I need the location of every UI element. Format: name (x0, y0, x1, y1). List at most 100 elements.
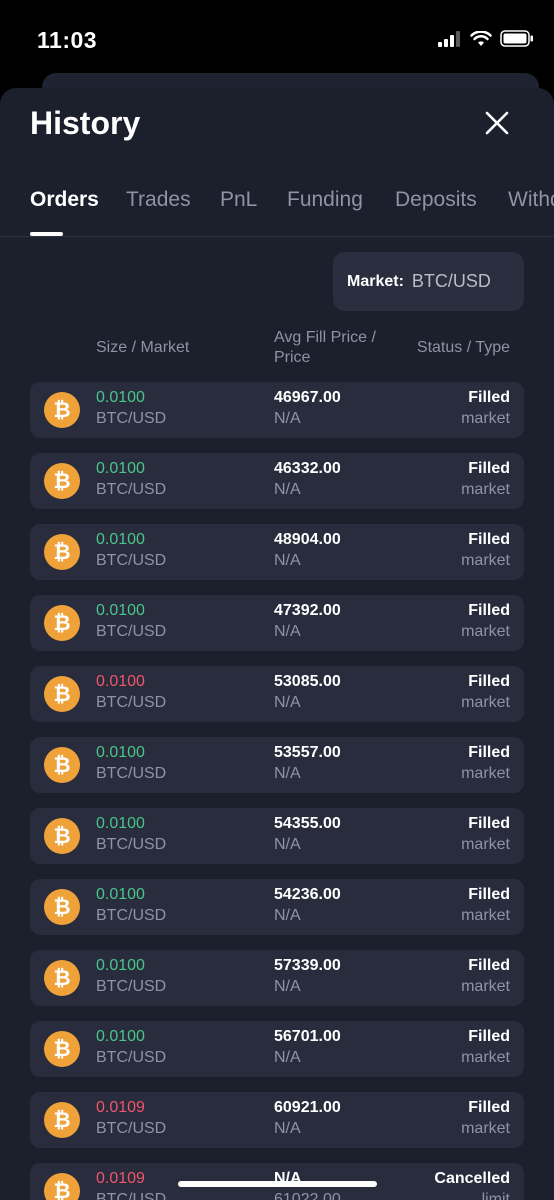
column-header-size: Size / Market (96, 339, 190, 356)
tab-orders[interactable]: Orders (30, 188, 99, 212)
order-type: market (461, 765, 510, 782)
order-row[interactable]: ₿ 0.0100 BTC/USD 47392.00 N/A Filled market (30, 595, 524, 651)
order-size: 0.0100 (96, 744, 145, 761)
order-status: Filled (468, 389, 510, 406)
order-avg-fill-price: 56701.00 (274, 1028, 341, 1045)
order-status: Filled (468, 673, 510, 690)
order-market: BTC/USD (96, 1191, 167, 1200)
order-row[interactable]: ₿ 0.0100 BTC/USD 57339.00 N/A Filled market (30, 950, 524, 1006)
order-size: 0.0100 (96, 886, 145, 903)
order-status: Filled (468, 815, 510, 832)
order-avg-fill-price: 54355.00 (274, 815, 341, 832)
order-row[interactable]: ₿ 0.0100 BTC/USD 54355.00 N/A Filled market (30, 808, 524, 864)
order-size: 0.0100 (96, 531, 145, 548)
column-header-price-line1: Avg Fill Price / (274, 329, 376, 346)
tab-funding[interactable]: Funding (287, 188, 363, 212)
history-sheet: History Orders Trades PnL Funding Deposi… (0, 88, 554, 1200)
order-market: BTC/USD (96, 552, 167, 569)
bitcoin-icon: ₿ (44, 392, 80, 428)
order-row[interactable]: ₿ 0.0100 BTC/USD 54236.00 N/A Filled market (30, 879, 524, 935)
order-avg-fill-price: 60921.00 (274, 1099, 341, 1116)
order-type: market (461, 410, 510, 427)
order-market: BTC/USD (96, 481, 167, 498)
order-row[interactable]: ₿ 0.0100 BTC/USD 46332.00 N/A Filled market (30, 453, 524, 509)
order-price: N/A (274, 1120, 301, 1137)
order-type: market (461, 836, 510, 853)
order-status: Filled (468, 1099, 510, 1116)
order-status: Filled (468, 744, 510, 761)
order-row[interactable]: ₿ 0.0100 BTC/USD 48904.00 N/A Filled market (30, 524, 524, 580)
order-avg-fill-price: 53557.00 (274, 744, 341, 761)
bitcoin-icon: ₿ (44, 818, 80, 854)
order-status: Filled (468, 460, 510, 477)
order-size: 0.0100 (96, 957, 145, 974)
tab-bar: Orders Trades PnL Funding Deposits Withd… (30, 188, 554, 233)
order-type: market (461, 978, 510, 995)
order-avg-fill-price: 46332.00 (274, 460, 341, 477)
order-type: market (461, 481, 510, 498)
tab-pnl[interactable]: PnL (220, 188, 257, 212)
order-price: 61022.00 (274, 1191, 341, 1200)
tabs-divider (0, 236, 554, 237)
order-row[interactable]: ₿ 0.0109 BTC/USD 60921.00 N/A Filled market (30, 1092, 524, 1148)
tab-trades[interactable]: Trades (126, 188, 191, 212)
order-row[interactable]: ₿ 0.0100 BTC/USD 46967.00 N/A Filled market (30, 382, 524, 438)
home-indicator[interactable] (178, 1181, 377, 1187)
tab-withdrawals[interactable]: Withdrawals (508, 188, 554, 212)
order-market: BTC/USD (96, 978, 167, 995)
order-size: 0.0100 (96, 602, 145, 619)
order-price: N/A (274, 978, 301, 995)
order-type: market (461, 694, 510, 711)
order-type: market (461, 623, 510, 640)
order-market: BTC/USD (96, 694, 167, 711)
order-type: market (461, 1049, 510, 1066)
order-size: 0.0100 (96, 389, 145, 406)
order-price: N/A (274, 481, 301, 498)
bitcoin-icon: ₿ (44, 889, 80, 925)
bitcoin-icon: ₿ (44, 960, 80, 996)
order-row[interactable]: ₿ 0.0100 BTC/USD 56701.00 N/A Filled market (30, 1021, 524, 1077)
column-header-status: Status / Type (416, 339, 510, 356)
close-icon (485, 111, 509, 135)
order-size: 0.0109 (96, 1099, 145, 1116)
order-market: BTC/USD (96, 1120, 167, 1137)
tab-deposits[interactable]: Deposits (395, 188, 477, 212)
order-market: BTC/USD (96, 836, 167, 853)
order-status: Filled (468, 957, 510, 974)
order-avg-fill-price: 48904.00 (274, 531, 341, 548)
order-price: N/A (274, 907, 301, 924)
wifi-icon (470, 30, 492, 46)
order-size: 0.0100 (96, 815, 145, 832)
orders-list: ₿ 0.0100 BTC/USD 46967.00 N/A Filled market ₿ 0.… (30, 382, 524, 1200)
order-status: Filled (468, 531, 510, 548)
order-price: N/A (274, 623, 301, 640)
close-button[interactable] (484, 110, 510, 136)
order-avg-fill-price: 47392.00 (274, 602, 341, 619)
order-size: 0.0109 (96, 1170, 145, 1187)
bitcoin-icon: ₿ (44, 676, 80, 712)
bitcoin-icon: ₿ (44, 747, 80, 783)
order-avg-fill-price: 54236.00 (274, 886, 341, 903)
column-header-price: Avg Fill Price / Price (274, 328, 376, 368)
order-price: N/A (274, 552, 301, 569)
order-price: N/A (274, 836, 301, 853)
order-price: N/A (274, 1049, 301, 1066)
status-time: 11:03 (37, 27, 98, 53)
order-size: 0.0100 (96, 673, 145, 690)
bitcoin-icon: ₿ (44, 1031, 80, 1067)
order-price: N/A (274, 410, 301, 427)
bitcoin-icon: ₿ (44, 605, 80, 641)
order-row[interactable]: ₿ 0.0100 BTC/USD 53557.00 N/A Filled market (30, 737, 524, 793)
order-price: N/A (274, 765, 301, 782)
order-row[interactable]: ₿ 0.0100 BTC/USD 53085.00 N/A Filled market (30, 666, 524, 722)
order-status: Filled (468, 1028, 510, 1045)
order-market: BTC/USD (96, 623, 167, 640)
order-status: Filled (468, 886, 510, 903)
page-title: History (30, 105, 141, 141)
order-avg-fill-price: 46967.00 (274, 389, 341, 406)
market-filter-button[interactable]: Market: BTC/USD (333, 252, 524, 311)
market-filter-label: Market: (347, 272, 404, 290)
order-market: BTC/USD (96, 765, 167, 782)
bitcoin-icon: ₿ (44, 534, 80, 570)
order-market: BTC/USD (96, 907, 167, 924)
